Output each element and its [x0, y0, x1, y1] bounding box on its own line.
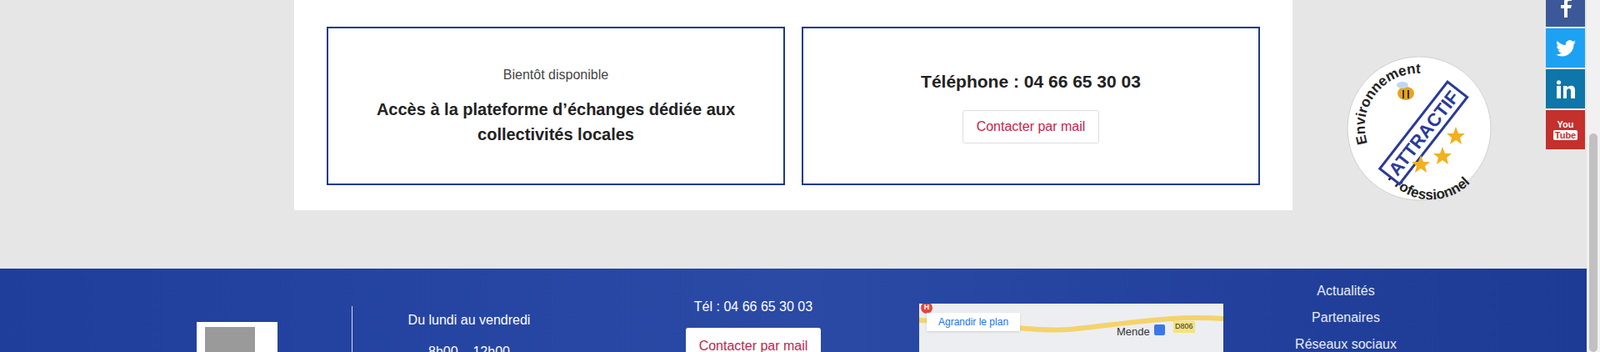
footer-link[interactable]: Actualités — [1316, 282, 1375, 300]
road-label: D806 — [1173, 320, 1195, 333]
mail-button[interactable]: Contacter par mail — [962, 110, 1100, 144]
map-city: Mende — [1116, 323, 1150, 340]
facebook-icon — [1560, 0, 1572, 18]
bird-icon — [1555, 40, 1576, 57]
card-title: Accès à la plateforme d’échanges dédiée … — [360, 96, 752, 147]
phone-card: Téléphone : 04 66 65 30 03 Contacter par… — [801, 26, 1260, 185]
social-facebook[interactable] — [1545, 0, 1585, 27]
attractif-badge: Environnement Professionnel ATTRACTIF — [1344, 53, 1495, 204]
footer-link[interactable]: Partenaires — [1311, 309, 1380, 326]
footer-map[interactable]: H Agrandir le plan Mende D806 — [919, 303, 1224, 352]
youtube-label: You — [1557, 120, 1575, 130]
linkedin-icon — [1556, 80, 1575, 99]
badge-middle-text: ATTRACTIF — [1384, 86, 1464, 180]
stars-icon — [1411, 126, 1465, 173]
footer-contact: Tél : 04 66 65 30 03 Contacter par mail — [645, 268, 862, 352]
scrollbar[interactable] — [1586, 0, 1600, 352]
footer-phone: Tél : 04 66 65 30 03 — [694, 298, 813, 315]
contact-panel: Bientôt disponible Accès à la plateforme… — [294, 0, 1293, 210]
phone-title: Téléphone : 04 66 65 30 03 — [920, 68, 1141, 95]
site-footer: Du lundi au vendredi 8h00 – 12h00 Tél : … — [0, 268, 1587, 352]
enlarge-map-button[interactable]: Agrandir le plan — [926, 312, 1020, 331]
platform-card[interactable]: Bientôt disponible Accès à la plateforme… — [326, 26, 785, 185]
card-kicker: Bientôt disponible — [503, 65, 609, 85]
social-bar: YouTube — [1545, 0, 1585, 150]
footer-logo — [196, 268, 278, 352]
footer-mail-button[interactable]: Contacter par mail — [685, 327, 822, 352]
social-youtube[interactable]: YouTube — [1545, 110, 1585, 150]
hours: Du lundi au vendredi 8h00 – 12h00 — [352, 268, 586, 352]
transit-icon — [1154, 324, 1165, 335]
social-twitter[interactable] — [1545, 28, 1585, 68]
hours-line: Du lundi au vendredi — [408, 311, 531, 329]
social-linkedin[interactable] — [1545, 69, 1585, 109]
scrollbar-thumb[interactable] — [1589, 133, 1598, 352]
youtube-label: Tube — [1553, 130, 1578, 140]
footer-divider — [351, 305, 353, 352]
footer-links: Actualités Partenaires Réseaux sociaux — [1262, 268, 1430, 352]
bee-icon — [1396, 81, 1415, 100]
footer-link[interactable]: Réseaux sociaux — [1295, 335, 1397, 352]
hours-line: 8h00 – 12h00 — [428, 343, 510, 352]
